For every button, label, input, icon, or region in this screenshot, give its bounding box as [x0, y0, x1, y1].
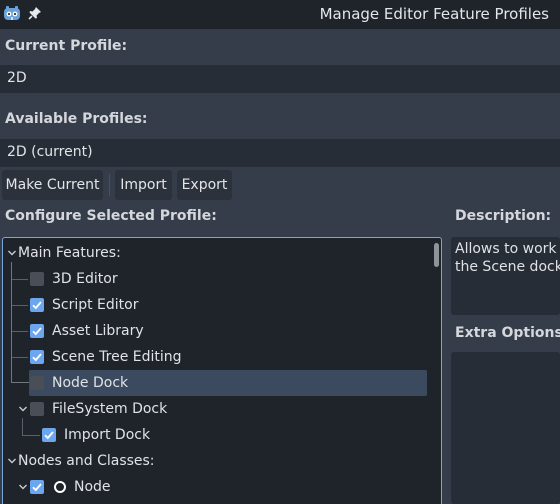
tree-scrollbar[interactable]	[434, 243, 439, 267]
checkbox-unchecked[interactable]	[30, 376, 44, 390]
tree-item-label: Node	[74, 479, 111, 495]
tree-guide-line	[11, 382, 29, 383]
tree-item-3d-editor[interactable]: 3D Editor	[3, 266, 433, 292]
tree-item-label: Node Dock	[52, 375, 129, 391]
tree-section-nodes-and-classes[interactable]: Nodes and Classes:	[3, 448, 433, 474]
tree-section-main-features[interactable]: Main Features:	[3, 240, 433, 266]
tree-item-filesystem-dock[interactable]: FileSystem Dock	[3, 396, 433, 422]
chevron-down-icon[interactable]	[7, 456, 17, 466]
tree-item-script-editor[interactable]: Script Editor	[3, 292, 433, 318]
tree-item-scene-tree-editing[interactable]: Scene Tree Editing	[3, 344, 433, 370]
tree-item-node-dock[interactable]: Node Dock	[29, 370, 427, 396]
description-label: Description:	[455, 208, 552, 224]
export-button[interactable]: Export	[177, 170, 232, 200]
tree-item-label: Nodes and Classes:	[18, 453, 155, 469]
checkbox-unchecked[interactable]	[30, 402, 44, 416]
extra-options-box	[451, 352, 560, 504]
checkmark-icon	[32, 301, 42, 310]
checkmark-icon	[44, 431, 54, 440]
button-separator	[109, 174, 110, 196]
node-circle-icon	[54, 481, 66, 493]
available-profiles-list[interactable]: 2D (current)	[0, 139, 560, 167]
description-text-line: Allows to work w	[455, 241, 560, 257]
make-current-button[interactable]: Make Current	[2, 170, 103, 200]
tree-item-label: Script Editor	[52, 297, 139, 313]
checkbox-checked[interactable]	[30, 324, 44, 338]
feature-tree[interactable]: Main Features: 3D Editor Script Editor A…	[2, 237, 442, 504]
import-button[interactable]: Import	[115, 170, 172, 200]
tree-item-label: FileSystem Dock	[52, 401, 168, 417]
available-profiles-label: Available Profiles:	[5, 111, 148, 127]
current-profile-field: 2D	[0, 65, 560, 93]
chevron-down-icon[interactable]	[7, 248, 17, 258]
tree-item-label: 3D Editor	[52, 271, 118, 287]
description-text-line: the Scene dock.	[455, 259, 560, 275]
tree-item-asset-library[interactable]: Asset Library	[3, 318, 433, 344]
tree-item-label: Import Dock	[64, 427, 151, 443]
window-title: Manage Editor Feature Profiles	[319, 5, 549, 23]
extra-options-label: Extra Options:	[455, 325, 560, 341]
description-box: Allows to work w the Scene dock.	[451, 237, 560, 315]
chevron-down-icon[interactable]	[18, 404, 28, 414]
checkbox-checked[interactable]	[30, 298, 44, 312]
tree-item-node[interactable]: Node	[3, 474, 433, 500]
current-profile-label: Current Profile:	[5, 38, 128, 54]
tree-item-label: Main Features:	[18, 245, 121, 261]
tree-item-label: Scene Tree Editing	[52, 349, 182, 365]
checkmark-icon	[32, 353, 42, 362]
checkbox-unchecked[interactable]	[30, 272, 44, 286]
checkmark-icon	[32, 327, 42, 336]
checkbox-checked[interactable]	[30, 350, 44, 364]
checkbox-checked[interactable]	[30, 480, 44, 494]
chevron-down-icon[interactable]	[18, 482, 28, 492]
tree-item-label: Asset Library	[52, 323, 144, 339]
checkmark-icon	[32, 483, 42, 492]
tree-item-import-dock[interactable]: Import Dock	[3, 422, 433, 448]
checkbox-checked[interactable]	[42, 428, 56, 442]
title-bar: Manage Editor Feature Profiles	[0, 0, 560, 29]
configure-profile-label: Configure Selected Profile:	[5, 208, 217, 224]
